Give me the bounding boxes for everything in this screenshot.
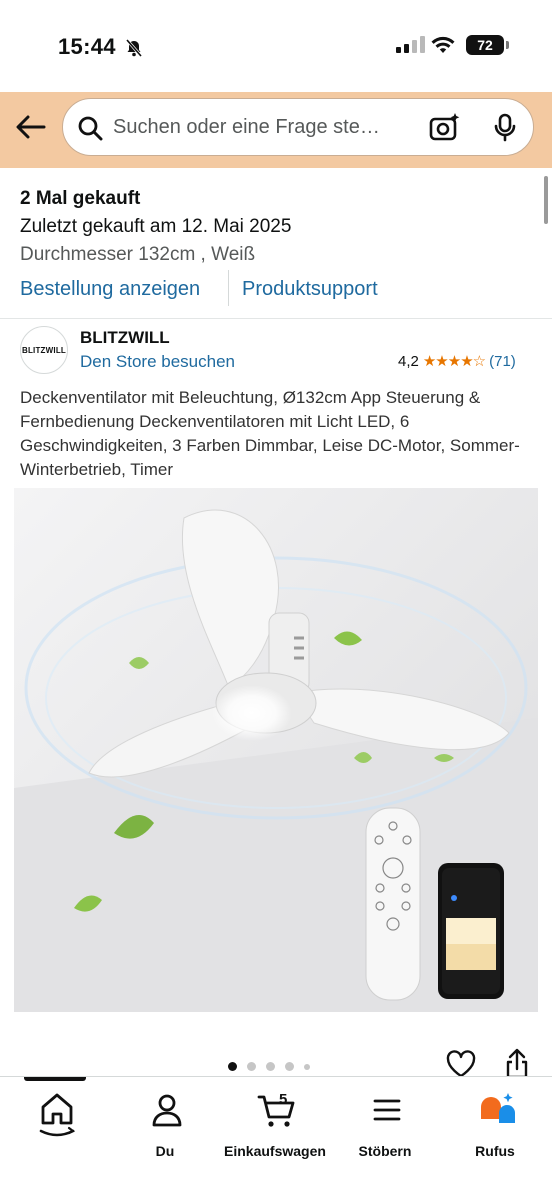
cart-icon: 5 xyxy=(257,1091,295,1127)
wifi-icon xyxy=(431,36,455,53)
tab-cart-label: Einkaufswagen xyxy=(224,1143,326,1159)
brand-logo-text: BLITZWILL xyxy=(21,345,66,355)
purchased-variant: Durchmesser 132cm , Weiß xyxy=(20,244,256,265)
visit-store-link[interactable]: Den Store besuchen xyxy=(80,352,235,372)
status-time: 15:44 xyxy=(58,34,116,59)
heart-icon[interactable] xyxy=(446,1050,476,1078)
cart-count-badge: 5 xyxy=(279,1091,287,1108)
pagination-dot[interactable] xyxy=(228,1062,237,1071)
tab-rufus-label: Rufus xyxy=(475,1143,515,1159)
tab-browse-label: Stöbern xyxy=(358,1143,412,1159)
rating-summary[interactable]: 4,2 ★★★★☆ (71) xyxy=(398,352,516,371)
home-icon xyxy=(39,1093,76,1137)
cellular-signal-icon xyxy=(396,36,425,53)
product-title: Deckenventilator mit Beleuchtung, Ø132cm… xyxy=(20,388,520,479)
section-divider xyxy=(0,318,552,319)
back-arrow-icon[interactable] xyxy=(14,112,46,142)
rufus-icon xyxy=(481,1093,515,1123)
view-order-link[interactable]: Bestellung anzeigen xyxy=(20,278,200,301)
ceiling-fan-illustration xyxy=(14,488,538,1012)
star-rating-icon: ★★★★☆ xyxy=(422,353,486,370)
menu-icon xyxy=(373,1099,401,1121)
bottom-tab-bar: Du 5 Einkaufswagen Stöbern Rufus xyxy=(0,1076,552,1200)
pagination-dot[interactable] xyxy=(266,1062,275,1071)
brand-name: BLITZWILL xyxy=(80,328,170,347)
rating-value: 4,2 xyxy=(398,352,419,370)
person-icon xyxy=(152,1094,182,1127)
search-input[interactable]: Suchen oder eine Frage ste… xyxy=(113,116,380,139)
tab-you-label: Du xyxy=(155,1143,175,1159)
product-image[interactable] xyxy=(14,488,538,1012)
bought-count: 2 Mal gekauft xyxy=(20,188,141,209)
order-links: Bestellung anzeigen Produktsupport xyxy=(0,270,552,310)
rating-count[interactable]: (71) xyxy=(489,353,516,370)
bell-muted-icon xyxy=(125,39,143,57)
pagination-dot[interactable] xyxy=(285,1062,294,1071)
gallery-pagination[interactable] xyxy=(228,1062,310,1071)
scrollbar[interactable] xyxy=(544,176,548,224)
battery-indicator: 72 xyxy=(466,35,509,55)
link-divider xyxy=(228,270,229,306)
camera-search-icon[interactable] xyxy=(429,112,461,142)
pagination-dot[interactable] xyxy=(304,1063,310,1070)
last-purchase-date: Zuletzt gekauft am 12. Mai 2025 xyxy=(20,216,292,237)
product-support-link[interactable]: Produktsupport xyxy=(242,278,378,301)
status-bar: 15:44 72 xyxy=(0,0,552,92)
active-tab-indicator xyxy=(24,1077,86,1081)
search-bar[interactable]: Suchen oder eine Frage ste… xyxy=(62,98,534,156)
microphone-icon[interactable] xyxy=(493,113,517,143)
search-icon xyxy=(78,116,103,141)
search-header: Suchen oder eine Frage ste… xyxy=(0,92,552,168)
brand-logo[interactable]: BLITZWILL xyxy=(20,326,68,374)
pagination-dot[interactable] xyxy=(247,1062,256,1071)
